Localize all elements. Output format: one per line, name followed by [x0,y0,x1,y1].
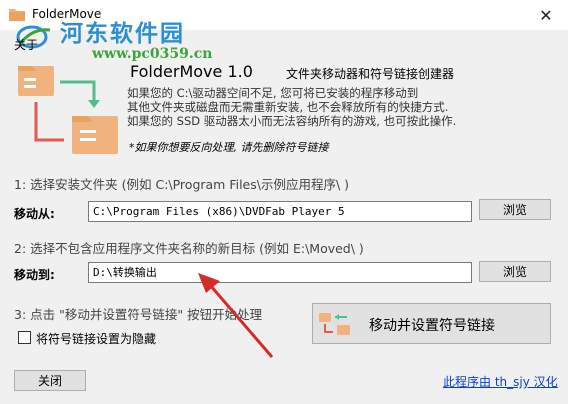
move-and-link-label: 移动并设置符号链接 [369,318,495,334]
app-name: FolderMove 1.0 [130,62,253,81]
app-subtitle: 文件夹移动器和符号链接创建器 [286,67,455,81]
credit-link[interactable]: 此程序由 th_sjy 汉化 [443,373,558,390]
annotation-arrow [180,265,300,365]
step2-label: 2: 选择不包含应用程序文件夹名称的新目标 (例如 E:\Moved\ ) [14,241,364,256]
description-line: 如果您的 SSD 驱动器太小而无法容纳所有的游戏, 也可按此操作. [127,114,457,128]
app-folder-icon [8,6,26,22]
move-from-label: 移动从: [14,207,55,221]
move-to-label: 移动到: [14,268,55,282]
menu-about[interactable]: 关于 [14,36,38,53]
move-and-link-button[interactable]: 移动并设置符号链接 [312,303,551,344]
move-from-input[interactable]: C:\Program Files (x86)\DVDFab Player 5 [88,201,472,222]
watermark-site-name: 河东软件园 [60,20,185,47]
folder-move-illustration [14,58,124,160]
move-link-icon [317,310,353,338]
reverse-note: *如果你想要反向处理, 请先删除符号链接 [129,141,329,154]
browse-from-button[interactable]: 浏览 [479,199,551,220]
hide-symlink-label[interactable]: 将符号链接设置为隐藏 [36,330,156,347]
step1-label: 1: 选择安装文件夹 (例如 C:\Program Files\示例应用程序\ … [14,177,350,192]
close-icon[interactable]: ✕ [524,0,568,30]
browse-to-button[interactable]: 浏览 [479,261,551,282]
close-button[interactable]: 关闭 [14,370,86,391]
hide-symlink-checkbox[interactable] [18,331,31,344]
